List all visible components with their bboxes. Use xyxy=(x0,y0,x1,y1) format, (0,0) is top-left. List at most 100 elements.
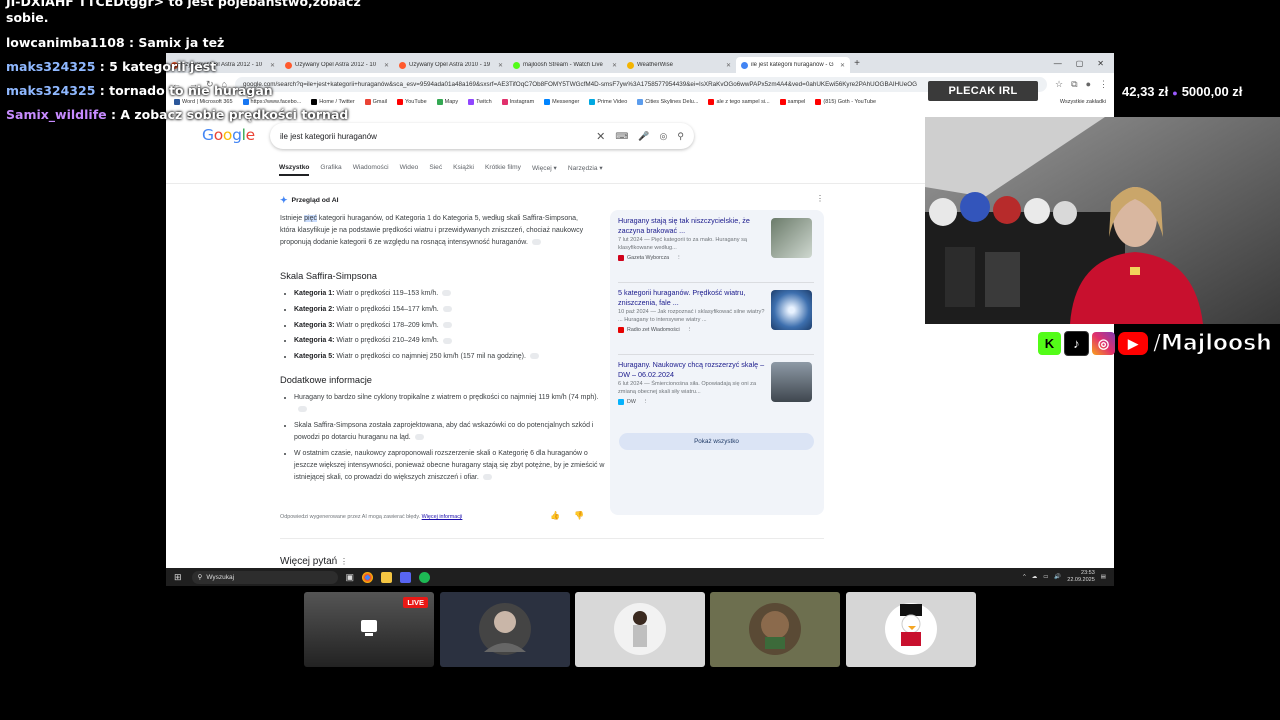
link-chip-icon[interactable] xyxy=(482,473,492,480)
microphone-icon[interactable]: 🎤 xyxy=(638,131,649,142)
browser-tab[interactable]: Używany Opel Astra 2010 - 19 ✕ xyxy=(394,57,508,73)
url-input[interactable]: google.com/search?q=ile+jest+kategorii+h… xyxy=(234,76,1048,92)
thumbnail-live[interactable]: LIVE xyxy=(304,592,434,667)
search-icon[interactable]: ⚲ xyxy=(677,131,684,142)
bookmark-item[interactable]: Instagram xyxy=(501,98,534,105)
taskbar-search[interactable]: ⚲ Wyszukaj xyxy=(191,570,338,584)
tab-close-icon[interactable]: ✕ xyxy=(726,62,731,69)
file-explorer-icon[interactable] xyxy=(381,571,393,583)
task-view-icon[interactable]: ▣ xyxy=(346,572,355,583)
bookmark-star-icon[interactable]: ☆ xyxy=(1055,79,1063,90)
bookmark-item[interactable]: Home / Twitter xyxy=(311,98,355,105)
more-options-icon[interactable]: ⋮ xyxy=(816,194,824,203)
maximize-icon[interactable]: ▢ xyxy=(1076,59,1084,68)
bookmark-item[interactable]: YouTube xyxy=(397,98,427,105)
clock[interactable]: 23:53 22.09.2025 xyxy=(1067,570,1095,584)
thumbnail-2[interactable] xyxy=(440,592,570,667)
link-chip-icon[interactable] xyxy=(414,433,424,440)
browser-tab[interactable]: Używany Opel Astra 2012 - 10 ✕ xyxy=(280,57,394,73)
google-logo[interactable]: Google xyxy=(202,126,255,144)
tab-close-icon[interactable]: ✕ xyxy=(612,62,617,69)
search-tab[interactable]: Krótkie filmy xyxy=(485,164,521,176)
keyboard-icon[interactable]: ⌨ xyxy=(615,131,628,142)
tab-close-icon[interactable]: ✕ xyxy=(498,62,503,69)
bookmark-item[interactable]: Twitch xyxy=(468,98,492,105)
source-title[interactable]: Huragany stają się tak niszczycielskie, … xyxy=(618,216,766,235)
bookmark-item[interactable]: ale z tego sampel si... xyxy=(708,98,770,105)
browser-tab[interactable]: ile jest kategorii huraganów - G ✕ xyxy=(736,57,850,73)
link-chip-icon[interactable] xyxy=(442,321,452,328)
close-icon[interactable]: ✕ xyxy=(1097,59,1104,68)
chat-username[interactable]: lowcanimba1108 xyxy=(6,35,125,50)
tab-close-icon[interactable]: ✕ xyxy=(270,62,275,69)
volume-icon[interactable]: 🔊 xyxy=(1054,574,1061,580)
search-input[interactable]: ile jest kategorii huraganów xyxy=(280,132,586,141)
chat-username[interactable]: maks324325 xyxy=(6,59,95,74)
new-tab-button[interactable]: + xyxy=(850,58,864,69)
cloud-icon[interactable]: ☁ xyxy=(1032,574,1038,580)
more-info-link[interactable]: Więcej informacji xyxy=(422,514,463,520)
more-options-icon[interactable]: ⋮ xyxy=(340,557,348,566)
lens-icon[interactable]: ◎ xyxy=(660,131,668,142)
tab-close-icon[interactable]: ✕ xyxy=(840,62,845,69)
discord-icon[interactable] xyxy=(400,571,412,583)
bookmark-item[interactable]: Gmail xyxy=(364,98,387,105)
bookmark-item[interactable]: Messenger xyxy=(544,98,579,105)
thumbnail-3[interactable] xyxy=(575,592,705,667)
more-options-icon[interactable]: ⋮ xyxy=(643,399,648,405)
bookmark-item[interactable]: Cities Skylines Delu... xyxy=(637,98,698,105)
more-options-icon[interactable]: ⋮ xyxy=(676,255,681,261)
notifications-icon[interactable]: ▤ xyxy=(1101,574,1106,580)
clear-icon[interactable]: ✕ xyxy=(596,130,605,143)
thumbnail-5[interactable] xyxy=(846,592,976,667)
link-chip-icon[interactable] xyxy=(442,305,452,312)
search-tab[interactable]: Narzędzia ▾ xyxy=(568,164,603,176)
link-chip-icon[interactable] xyxy=(442,337,452,344)
tab-close-icon[interactable]: ✕ xyxy=(384,62,389,69)
more-options-icon[interactable]: ⋮ xyxy=(687,327,692,333)
all-bookmarks[interactable]: Wszystkie zakładki xyxy=(1060,99,1106,105)
search-tab[interactable]: Więcej ▾ xyxy=(532,164,557,176)
show-all-button[interactable]: Pokaż wszystko xyxy=(619,433,814,450)
source-card[interactable]: Huragany. Naukowcy chcą rozszerzyć skalę… xyxy=(618,360,813,406)
network-icon[interactable]: ▭ xyxy=(1043,574,1048,580)
thumbs-down-icon[interactable]: 👎 xyxy=(574,511,584,520)
source-card[interactable]: 5 kategorii huraganów. Prędkość wiatru, … xyxy=(618,288,813,334)
browser-tab[interactable]: majloosh Stream - Watch Live ✕ xyxy=(508,57,622,73)
bookmark-item[interactable]: https://www.facebo... xyxy=(242,98,301,105)
extensions-icon[interactable]: ⧉ xyxy=(1071,79,1077,90)
source-card[interactable]: Huragany stają się tak niszczycielskie, … xyxy=(618,216,813,262)
search-tab[interactable]: Wszystko xyxy=(279,164,310,176)
thumbs-up-icon[interactable]: 👍 xyxy=(550,511,560,520)
link-chip-icon[interactable] xyxy=(529,353,539,360)
bookmark-item[interactable]: Prime Video xyxy=(589,98,627,105)
search-tab[interactable]: Wiadomości xyxy=(353,164,389,176)
browser-tab[interactable]: WeatherWise ✕ xyxy=(622,57,736,73)
search-tab[interactable]: Wideo xyxy=(400,164,419,176)
chrome-icon[interactable] xyxy=(362,571,374,583)
link-chip-icon[interactable] xyxy=(531,239,541,246)
bookmark-item[interactable]: (815) Goth - YouTube xyxy=(815,98,876,105)
menu-icon[interactable]: ⋮ xyxy=(1099,79,1108,90)
link-chip-icon[interactable] xyxy=(442,290,452,297)
source-title[interactable]: Huragany. Naukowcy chcą rozszerzyć skalę… xyxy=(618,360,766,379)
source-thumbnail[interactable] xyxy=(771,218,812,258)
source-title[interactable]: 5 kategorii huraganów. Prędkość wiatru, … xyxy=(618,288,766,307)
minimize-icon[interactable]: — xyxy=(1054,59,1062,68)
source-thumbnail[interactable] xyxy=(771,362,812,402)
link-chip-icon[interactable] xyxy=(298,406,307,413)
tray-chevron-icon[interactable]: ^ xyxy=(1023,574,1026,580)
thumbnail-4[interactable] xyxy=(710,592,840,667)
search-tab[interactable]: Książki xyxy=(453,164,474,176)
search-tab[interactable]: Sieć xyxy=(429,164,442,176)
source-thumbnail[interactable] xyxy=(771,290,812,330)
bookmark-item[interactable]: Word | Microsoft 365 xyxy=(174,98,233,105)
chat-username[interactable]: Samix_wildlife xyxy=(6,107,107,122)
profile-icon[interactable]: ● xyxy=(1086,79,1091,89)
search-tab[interactable]: Grafika xyxy=(320,164,341,176)
chat-username[interactable]: maks324325 xyxy=(6,83,95,98)
search-box[interactable]: ile jest kategorii huraganów ✕ ⌨ 🎤 ◎ ⚲ xyxy=(270,123,694,149)
bookmark-item[interactable]: Mapy xyxy=(436,98,458,105)
windows-start-icon[interactable]: ⊞ xyxy=(174,572,182,583)
spotify-icon[interactable] xyxy=(419,571,431,583)
